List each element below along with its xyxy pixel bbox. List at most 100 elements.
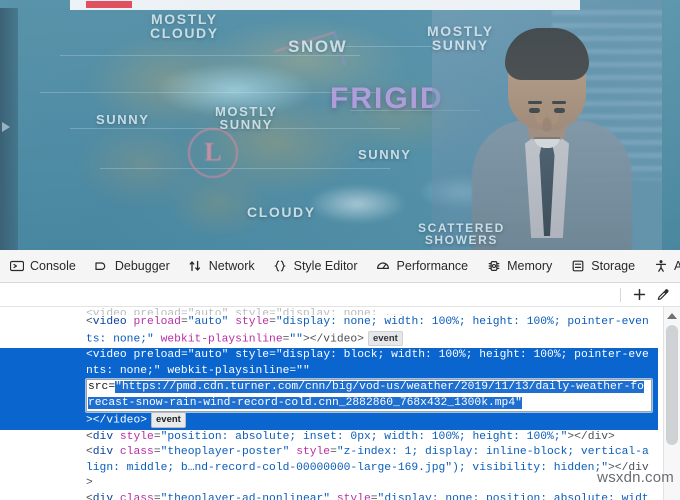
presenter-eye-right xyxy=(529,108,540,113)
style-editor-icon xyxy=(273,259,288,274)
low-pressure-label: L xyxy=(204,137,222,167)
page-header-strip xyxy=(70,0,580,10)
scrollbar-thumb[interactable] xyxy=(666,325,678,445)
storage-icon xyxy=(570,259,585,274)
performance-icon xyxy=(376,259,391,274)
network-icon xyxy=(188,259,203,274)
attr-value[interactable]: "position: absolute; inset: 0px; width: … xyxy=(161,431,568,443)
markup-inspector[interactable]: <video preload="auto" style="display: no… xyxy=(0,307,680,500)
attr-name[interactable]: webkit-playsinline xyxy=(167,365,289,377)
tab-performance-label: Performance xyxy=(396,259,469,273)
tab-debugger-label: Debugger xyxy=(114,259,170,273)
attribute-editor-name: src= xyxy=(88,381,116,394)
event-badge[interactable]: event xyxy=(151,412,186,428)
presenter-nose xyxy=(542,118,552,132)
tab-network[interactable]: Network xyxy=(179,250,264,282)
tag-open: < xyxy=(86,446,93,459)
attr-value[interactable]: "auto" xyxy=(188,349,229,361)
markup-row[interactable]: <div class="theoplayer-ad-nonlinear" sty… xyxy=(0,492,658,500)
tab-accessibility[interactable]: Access xyxy=(644,250,680,282)
scroll-up-icon[interactable] xyxy=(667,313,677,319)
tag-close: ></video> xyxy=(86,415,148,428)
label-frigid: FRIGID xyxy=(330,82,444,115)
weather-label: SUNNY xyxy=(96,112,150,127)
tag-name: div xyxy=(92,446,114,459)
attr-name[interactable]: class xyxy=(120,446,154,458)
attr-value[interactable]: "theoplayer-ad-nonlinear" xyxy=(161,493,330,500)
tab-console-label: Console xyxy=(30,259,76,273)
tab-network-label: Network xyxy=(208,259,255,273)
weather-label: MOSTLY CLOUDY xyxy=(150,11,219,42)
markup-tree[interactable]: <video preload="auto" style="display: no… xyxy=(0,307,658,500)
tag-close: ></div> xyxy=(567,430,615,443)
console-icon xyxy=(9,259,24,274)
add-rule-button[interactable] xyxy=(628,285,650,305)
weather-label: SCATTERED SHOWERS xyxy=(418,221,505,248)
attr-name[interactable]: style xyxy=(337,493,371,500)
tab-debugger[interactable]: Debugger xyxy=(85,250,179,282)
tag-open: < xyxy=(86,316,93,328)
tab-style-editor-label: Style Editor xyxy=(293,259,358,273)
weather-label: MOSTLY SUNNY xyxy=(427,23,494,54)
attr-name[interactable]: webkit-playsinline xyxy=(161,333,283,345)
tab-memory-label: Memory xyxy=(507,259,553,273)
tab-performance[interactable]: Performance xyxy=(367,250,478,282)
event-badge[interactable]: event xyxy=(367,330,403,347)
weather-label: MOSTLY SUNNY xyxy=(215,104,278,133)
tab-memory[interactable]: Memory xyxy=(477,250,561,282)
attribute-editor[interactable]: src="https://pmd.cdn.turner.com/cnn/big/… xyxy=(86,379,652,413)
attr-value[interactable]: "" xyxy=(296,365,310,377)
markup-row[interactable]: <div class="theoplayer-poster" style="z-… xyxy=(0,445,658,492)
attribute-editor-value[interactable]: "https://pmd.cdn.turner.com/cnn/big/vod-… xyxy=(88,381,644,409)
tag-name: div xyxy=(92,493,114,500)
tab-storage[interactable]: Storage xyxy=(561,250,644,282)
rules-toolbar xyxy=(0,283,680,307)
watermark: wsxdn.com xyxy=(597,469,674,487)
tab-style-editor[interactable]: Style Editor xyxy=(264,250,367,282)
tag-name: video xyxy=(92,348,127,361)
brand-logo xyxy=(86,1,132,8)
tab-console[interactable]: Console xyxy=(0,250,85,282)
attr-name[interactable]: style xyxy=(296,446,330,458)
map-gridline xyxy=(100,168,390,169)
attr-name[interactable]: style xyxy=(235,316,269,328)
devtools-tab-bar: Console Debugger Network Style Editor Pe… xyxy=(0,250,680,283)
tag-open: < xyxy=(86,493,93,500)
video-frame: L FRIGID MOSTLY CLOUDY SNOW MOSTLY SUNNY… xyxy=(0,0,680,250)
map-gridline xyxy=(40,92,380,93)
tag-close: ></video> xyxy=(302,333,364,346)
tag-name: video xyxy=(92,316,127,328)
attr-value[interactable]: "auto" xyxy=(188,316,229,328)
weather-label: CLOUDY xyxy=(247,204,316,220)
weather-label: SNOW xyxy=(288,37,348,56)
markup-row-clipped[interactable]: <video preload="auto" style="display: no… xyxy=(0,307,658,315)
tag-open: < xyxy=(86,430,93,443)
tab-storage-label: Storage xyxy=(591,259,636,273)
attr-name[interactable]: style xyxy=(120,431,154,443)
tab-accessibility-label: Access xyxy=(674,259,680,273)
weather-label: SUNNY xyxy=(358,147,412,162)
eyedropper-button[interactable] xyxy=(652,285,674,305)
accessibility-icon xyxy=(653,259,668,274)
presenter-eye-left xyxy=(554,108,565,113)
low-pressure-system: L xyxy=(188,128,238,178)
play-icon[interactable] xyxy=(2,122,10,132)
browser-window: L FRIGID MOSTLY CLOUDY SNOW MOSTLY SUNNY… xyxy=(0,0,680,500)
debugger-icon xyxy=(94,259,109,274)
toolbar-divider xyxy=(620,287,621,302)
presenter-hair xyxy=(505,28,589,80)
presenter-brow-right xyxy=(528,101,542,104)
video-player[interactable]: L FRIGID MOSTLY CLOUDY SNOW MOSTLY SUNNY… xyxy=(0,0,680,250)
markup-row[interactable]: <video preload="auto" style="display: no… xyxy=(0,315,658,348)
attr-name[interactable]: class xyxy=(120,493,154,500)
attr-name[interactable]: preload xyxy=(133,349,180,361)
attr-value[interactable]: "" xyxy=(289,333,303,345)
attr-name[interactable]: preload xyxy=(133,316,180,328)
markup-row[interactable]: <div style="position: absolute; inset: 0… xyxy=(0,430,658,446)
tag-name: div xyxy=(92,430,114,443)
markup-row-selected[interactable]: <video preload="auto" style="display: bl… xyxy=(0,347,658,430)
attr-name[interactable]: style xyxy=(235,349,269,361)
attr-value[interactable]: "theoplayer-poster" xyxy=(161,446,290,458)
presenter-brow-left xyxy=(552,101,566,104)
tag-open: < xyxy=(86,348,93,361)
